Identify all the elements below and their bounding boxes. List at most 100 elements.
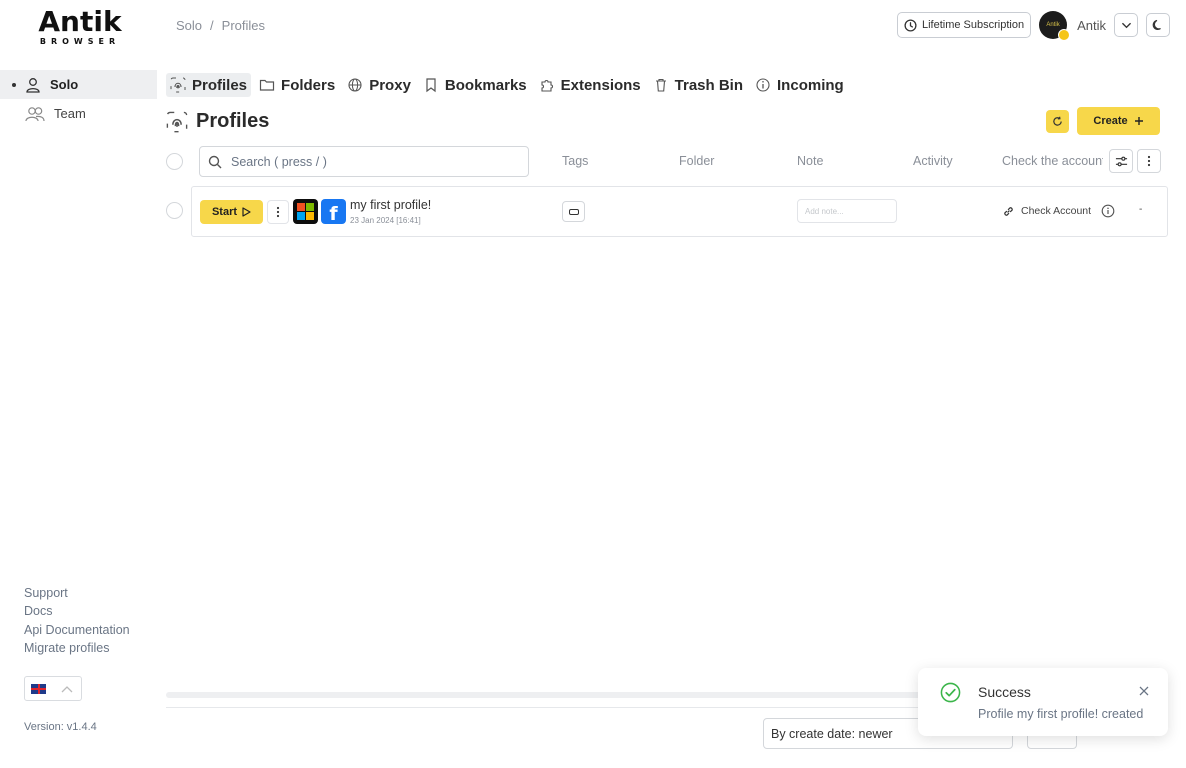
avatar[interactable]: Antik	[1039, 11, 1071, 41]
search-icon	[208, 155, 222, 168]
breadcrumb-solo[interactable]: Solo	[176, 18, 202, 33]
sliders-icon	[1115, 156, 1127, 166]
link-icon	[1004, 206, 1013, 216]
profile-date: 23 Jan 2024 [16:41]	[350, 216, 421, 225]
row-more-button[interactable]	[267, 200, 289, 224]
search-input[interactable]	[231, 154, 511, 169]
activity-value: -	[1139, 204, 1143, 215]
subscription-button[interactable]: Lifetime Subscription	[896, 12, 1032, 38]
docs-link[interactable]: Docs	[24, 602, 130, 620]
tab-label: Trash Bin	[674, 76, 744, 94]
fingerprint-icon	[170, 77, 186, 93]
sidebar: Solo Team	[0, 70, 157, 128]
support-link[interactable]: Support	[24, 584, 130, 602]
tab-incoming[interactable]: Incoming	[751, 73, 848, 97]
chevron-up-icon	[61, 685, 73, 692]
moon-icon	[1152, 19, 1161, 31]
bookmark-icon	[426, 78, 436, 93]
profile-name[interactable]: my first profile!	[350, 198, 431, 212]
row-checkbox[interactable]	[166, 202, 183, 219]
tag-icon	[568, 208, 579, 215]
create-button[interactable]: Create	[1077, 107, 1160, 135]
check-account-label: Check Account	[1021, 205, 1092, 217]
column-check-account[interactable]: Check the account	[1002, 154, 1103, 168]
note-input[interactable]	[797, 199, 897, 223]
user-icon	[26, 77, 40, 93]
migrate-profiles-link[interactable]: Migrate profiles	[24, 639, 130, 657]
column-note[interactable]: Note	[797, 154, 823, 168]
user-name[interactable]: Antik	[1077, 18, 1106, 33]
info-icon	[756, 78, 770, 92]
sidebar-links: Support Docs Api Documentation Migrate p…	[24, 584, 130, 657]
logo-sub-text: BROWSER	[39, 37, 121, 46]
tab-label: Extensions	[560, 76, 641, 94]
logo-main-text: Antik	[38, 5, 122, 38]
active-dot	[12, 82, 16, 87]
play-icon	[242, 207, 251, 217]
select-all-checkbox[interactable]	[166, 153, 183, 170]
page-title-text: Profiles	[196, 110, 270, 132]
globe-icon	[348, 78, 362, 92]
tab-extensions[interactable]: Extensions	[535, 73, 645, 97]
plus-icon	[1134, 117, 1143, 125]
table-more-button[interactable]	[1137, 149, 1161, 173]
success-toast: Success Profile my first profile! create…	[918, 668, 1168, 736]
users-icon	[25, 106, 45, 121]
language-selector[interactable]	[24, 676, 82, 701]
add-tag-button[interactable]	[562, 201, 585, 222]
breadcrumb-profiles: Profiles	[221, 18, 266, 33]
windows-icon	[293, 199, 318, 224]
subscription-label: Lifetime Subscription	[921, 19, 1025, 31]
app-logo: Antik BROWSER	[30, 8, 130, 48]
tab-label: Folders	[281, 76, 336, 94]
puzzle-icon	[541, 80, 553, 92]
check-circle-icon	[940, 682, 961, 703]
create-label: Create	[1093, 115, 1128, 127]
more-vertical-icon	[1147, 155, 1151, 167]
fingerprint-icon	[166, 111, 188, 132]
column-settings-button[interactable]	[1109, 149, 1133, 173]
more-vertical-icon	[276, 206, 280, 218]
toast-message: Profile my first profile! created	[978, 707, 1144, 721]
sort-value: By create date: newer	[771, 726, 893, 741]
start-label: Start	[211, 206, 238, 218]
info-icon[interactable]	[1101, 204, 1115, 218]
api-docs-link[interactable]: Api Documentation	[24, 621, 130, 639]
breadcrumb: Solo / Profiles	[176, 18, 265, 33]
check-account-button[interactable]: Check Account	[1002, 204, 1115, 218]
trash-icon	[655, 78, 666, 92]
tab-folders[interactable]: Folders	[255, 73, 339, 97]
refresh-icon	[1053, 116, 1062, 126]
theme-toggle-button[interactable]	[1146, 13, 1170, 37]
tab-label: Bookmarks	[444, 76, 527, 94]
version-label: Version: v1.4.4	[24, 721, 97, 733]
column-activity[interactable]: Activity	[913, 154, 953, 168]
chevron-down-icon	[1121, 22, 1131, 28]
facebook-icon: f	[321, 199, 346, 224]
sidebar-label-team: Team	[54, 106, 86, 121]
tab-trash-bin[interactable]: Trash Bin	[649, 73, 747, 97]
search-box[interactable]	[199, 146, 529, 177]
avatar-text: Antik	[1046, 22, 1060, 28]
column-folder[interactable]: Folder	[679, 154, 714, 168]
tab-label: Profiles	[192, 76, 248, 94]
column-tags[interactable]: Tags	[562, 154, 588, 168]
uk-flag-icon	[31, 683, 46, 694]
tab-profiles[interactable]: Profiles	[166, 73, 252, 97]
tab-label: Proxy	[369, 76, 411, 94]
refresh-button[interactable]	[1046, 110, 1069, 133]
start-button[interactable]: Start	[200, 200, 263, 224]
avatar-badge	[1058, 29, 1071, 41]
tab-bookmarks[interactable]: Bookmarks	[419, 73, 531, 97]
user-menu-button[interactable]	[1114, 13, 1138, 37]
page-title: Profiles	[166, 110, 269, 133]
clock-icon	[904, 18, 917, 32]
header-actions: Lifetime Subscription Antik Antik	[896, 11, 1170, 41]
table-row: Start f my first profile! 23 Jan 2024 [1…	[191, 186, 1168, 237]
toast-title: Success	[978, 684, 1031, 700]
tab-proxy[interactable]: Proxy	[343, 73, 415, 97]
breadcrumb-separator: /	[210, 18, 214, 33]
sidebar-item-team[interactable]: Team	[0, 99, 157, 128]
sidebar-item-solo[interactable]: Solo	[0, 70, 157, 99]
close-icon[interactable]	[1139, 686, 1149, 696]
